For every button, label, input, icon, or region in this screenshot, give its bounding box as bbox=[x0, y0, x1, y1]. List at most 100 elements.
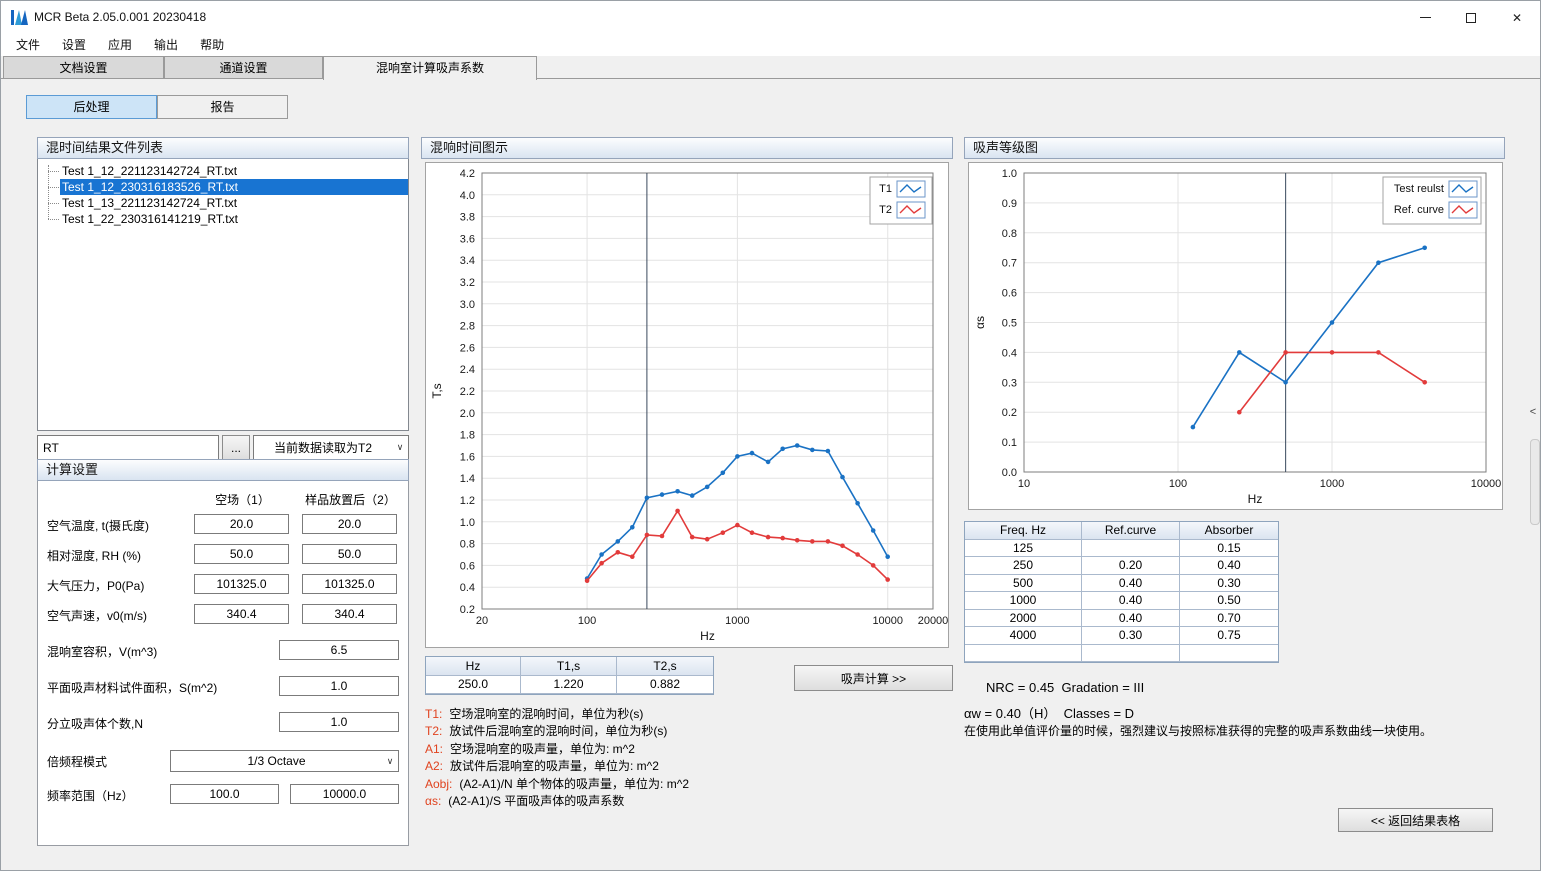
tree-connector bbox=[48, 171, 59, 172]
svg-text:0.3: 0.3 bbox=[1002, 377, 1017, 389]
minimize-button[interactable] bbox=[1402, 1, 1448, 34]
note-text: 放试件后混响室的混响时间，单位为秒(s) bbox=[449, 724, 667, 738]
svg-text:1.0: 1.0 bbox=[1002, 168, 1017, 180]
svg-text:3.4: 3.4 bbox=[460, 255, 475, 267]
window-title: MCR Beta 2.05.0.001 20230418 bbox=[34, 10, 206, 24]
octave-mode-value: 1/3 Octave bbox=[171, 754, 382, 768]
calc-value1-input[interactable] bbox=[194, 514, 289, 534]
table-cell: 0.50 bbox=[1180, 592, 1278, 610]
svg-text:T1: T1 bbox=[879, 183, 892, 195]
calc-value2-input[interactable] bbox=[302, 544, 397, 564]
svg-text:0.4: 0.4 bbox=[460, 582, 475, 594]
file-item[interactable]: Test 1_12_221123142724_RT.txt bbox=[38, 163, 408, 179]
table-cell: 1.220 bbox=[521, 676, 617, 695]
absorption-calc-button[interactable]: 吸声计算 >> bbox=[794, 665, 953, 691]
tree-connector bbox=[48, 219, 59, 220]
calc-value2-input[interactable] bbox=[302, 514, 397, 534]
calc-value1-input[interactable] bbox=[194, 604, 289, 624]
table-cell: 0.30 bbox=[1180, 575, 1278, 593]
svg-text:0.8: 0.8 bbox=[460, 539, 475, 551]
menu-item-1[interactable]: 文件 bbox=[5, 34, 51, 56]
rating-panel-header: 吸声等级图 bbox=[964, 137, 1505, 159]
absorption-chart[interactable]: 0.00.10.20.30.40.50.60.70.80.91.01010010… bbox=[968, 162, 1503, 510]
svg-text:4.2: 4.2 bbox=[460, 168, 475, 180]
browse-button[interactable]: ... bbox=[222, 435, 250, 460]
return-results-button[interactable]: << 返回结果表格 bbox=[1338, 808, 1493, 832]
calc-single-input[interactable] bbox=[279, 640, 399, 660]
sub-tab-1[interactable]: 后处理 bbox=[26, 95, 157, 119]
calc-value2-input[interactable] bbox=[302, 604, 397, 624]
rt-chart[interactable]: 0.20.40.60.81.01.21.41.61.82.02.22.42.62… bbox=[425, 162, 949, 648]
table-cell: 500 bbox=[965, 575, 1082, 593]
file-item[interactable]: Test 1_13_221123142724_RT.txt bbox=[38, 195, 408, 211]
file-item[interactable]: Test 1_12_230316183526_RT.txt bbox=[38, 179, 408, 195]
chevron-down-icon: ∨ bbox=[382, 756, 398, 767]
table-cell: 0.40 bbox=[1082, 575, 1180, 593]
note-line: T2: 放试件后混响室的混响时间，单位为秒(s) bbox=[425, 723, 955, 740]
calc-single-row: 分立吸声体个数,N bbox=[38, 712, 408, 734]
calc-settings-body: 空场（1） 样品放置后（2） 空气温度, t(摄氏度)相对湿度, RH (%)大… bbox=[37, 481, 409, 846]
menu-bar: 文件设置应用输出帮助 bbox=[1, 34, 1540, 56]
read-mode-dropdown[interactable]: 当前数据读取为T2 ∨ bbox=[253, 435, 409, 460]
note-key: A2: bbox=[425, 759, 443, 773]
sub-tab-2[interactable]: 报告 bbox=[157, 95, 288, 119]
nrc-result-text: NRC = 0.45 Gradation = III bbox=[986, 680, 1144, 695]
freq-min-input[interactable] bbox=[170, 784, 279, 804]
table-cell: 1000 bbox=[965, 592, 1082, 610]
main-tab-3[interactable]: 混响室计算吸声系数 bbox=[323, 56, 537, 80]
menu-item-3[interactable]: 应用 bbox=[97, 34, 143, 56]
calc-value1-input[interactable] bbox=[194, 574, 289, 594]
svg-text:100: 100 bbox=[1169, 478, 1187, 490]
note-text: 空场混响室的吸声量，单位为: m^2 bbox=[450, 742, 635, 756]
file-name: Test 1_12_221123142724_RT.txt bbox=[60, 163, 408, 179]
table-column-header: Hz bbox=[426, 657, 521, 676]
svg-text:T,s: T,s bbox=[430, 383, 444, 398]
column-header-empty-room: 空场（1） bbox=[194, 491, 291, 508]
svg-text:100: 100 bbox=[578, 615, 596, 627]
table-column-header: Ref.curve bbox=[1082, 522, 1180, 540]
svg-text:20000: 20000 bbox=[918, 615, 949, 627]
minimize-icon bbox=[1420, 17, 1431, 18]
table-cell: 0.40 bbox=[1082, 610, 1180, 628]
note-line: T1:空场混响室的混响时间，单位为秒(s) bbox=[425, 706, 955, 723]
suffix-input[interactable] bbox=[37, 435, 219, 460]
calc-value1-input[interactable] bbox=[194, 544, 289, 564]
close-button[interactable]: ✕ bbox=[1494, 1, 1540, 34]
svg-text:3.0: 3.0 bbox=[460, 299, 475, 311]
table-cell: 125 bbox=[965, 540, 1082, 558]
menu-item-2[interactable]: 设置 bbox=[51, 34, 97, 56]
collapse-panel-handle[interactable]: < bbox=[1526, 402, 1540, 421]
table-cell: 0.882 bbox=[617, 676, 713, 695]
svg-text:1000: 1000 bbox=[725, 615, 749, 627]
freq-max-input[interactable] bbox=[290, 784, 399, 804]
octave-mode-dropdown[interactable]: 1/3 Octave ∨ bbox=[170, 750, 399, 772]
note-key: T2: bbox=[425, 724, 442, 738]
legend-notes: T1:空场混响室的混响时间，单位为秒(s)T2: 放试件后混响室的混响时间，单位为… bbox=[425, 706, 955, 810]
maximize-button[interactable] bbox=[1448, 1, 1494, 34]
svg-text:Test reulst: Test reulst bbox=[1394, 183, 1444, 195]
calc-value2-input[interactable] bbox=[302, 574, 397, 594]
table-cell: 0.70 bbox=[1180, 610, 1278, 628]
calc-row-label: 大气压力，P0(Pa) bbox=[47, 577, 144, 594]
menu-item-4[interactable]: 输出 bbox=[143, 34, 189, 56]
table-cell: 2000 bbox=[965, 610, 1082, 628]
svg-text:0.8: 0.8 bbox=[1002, 228, 1017, 240]
svg-text:Ref. curve: Ref. curve bbox=[1394, 204, 1444, 216]
note-line: A1:空场混响室的吸声量，单位为: m^2 bbox=[425, 741, 955, 758]
calc-single-row: 混响室容积，V(m^3) bbox=[38, 640, 408, 662]
main-tab-2[interactable]: 通道设置 bbox=[164, 56, 323, 79]
svg-text:0.2: 0.2 bbox=[1002, 407, 1017, 419]
calc-single-input[interactable] bbox=[279, 676, 399, 696]
svg-text:2.8: 2.8 bbox=[460, 321, 475, 333]
menu-item-5[interactable]: 帮助 bbox=[189, 34, 235, 56]
svg-text:3.6: 3.6 bbox=[460, 233, 475, 245]
main-tab-1[interactable]: 文档设置 bbox=[3, 56, 164, 79]
scrollbar-thumb[interactable] bbox=[1530, 439, 1540, 525]
note-line: Aobj:(A2-A1)/N 单个物体的吸声量，单位为: m^2 bbox=[425, 776, 955, 793]
tree-connector bbox=[48, 203, 59, 204]
note-key: T1: bbox=[425, 707, 442, 721]
file-item[interactable]: Test 1_22_230316141219_RT.txt bbox=[38, 211, 408, 227]
calc-paired-row: 空气温度, t(摄氏度) bbox=[38, 514, 408, 536]
calc-single-input[interactable] bbox=[279, 712, 399, 732]
svg-text:Hz: Hz bbox=[1248, 492, 1263, 506]
